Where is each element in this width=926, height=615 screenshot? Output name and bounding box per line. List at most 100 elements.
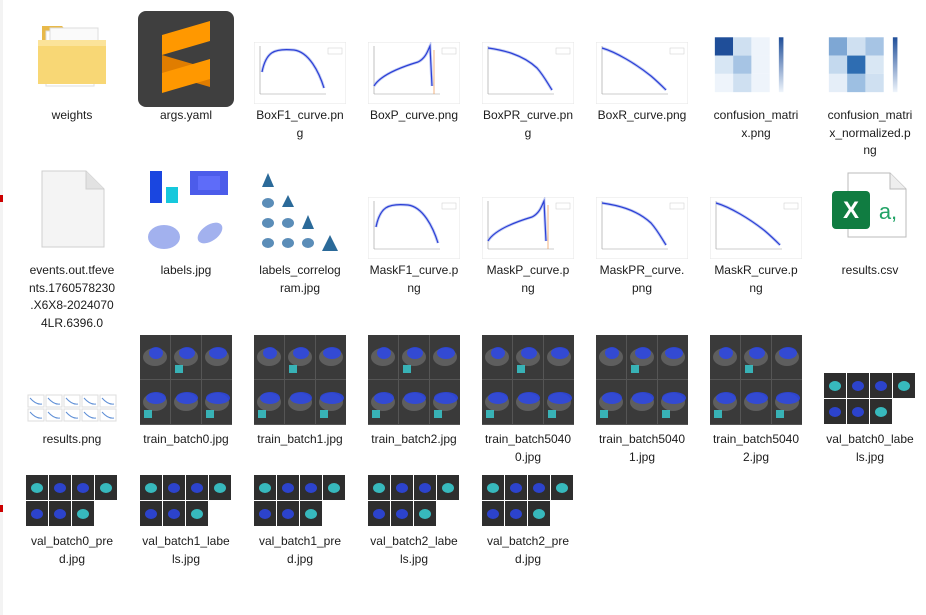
file-name-label: MaskPR_curve.png — [586, 262, 698, 297]
sublime-text-icon — [138, 11, 234, 107]
file-name-line: train_batch1.jpg — [257, 432, 343, 446]
file-name-label: val_batch0_labe ls.jpg — [814, 431, 926, 466]
file-name-line: BoxPR_curve.pn — [482, 108, 574, 122]
f1-curve-thumbnail — [254, 42, 346, 104]
file-name-line: MaskR_curve.p — [714, 263, 798, 277]
file-name-line: val_batch0_pre — [30, 534, 114, 548]
file-name-line: x.png — [741, 125, 771, 140]
recall-curve-thumbnail — [596, 42, 688, 104]
file-name-label: train_batch2.jpg — [358, 431, 470, 449]
val-batch-thumbnail — [824, 373, 916, 425]
file-name-line: d.jpg — [286, 551, 314, 566]
file-name-line: val_batch0_labe — [826, 432, 914, 446]
file-name-line: ls.jpg — [171, 551, 200, 566]
val-batch-thumbnail — [254, 475, 346, 527]
file-name-label: weights — [16, 107, 128, 125]
file-name-line: ram.jpg — [279, 280, 320, 295]
file-name-line: g — [296, 125, 304, 140]
file-name-line: ng — [407, 280, 421, 295]
file-name-label: confusion_matri x_normalized.p ng — [814, 107, 926, 160]
file-name-line: args.yaml — [159, 108, 212, 122]
file-name-label: train_batch1.jpg — [244, 431, 356, 449]
f1-curve-thumbnail — [368, 197, 460, 259]
file-thumbnail — [358, 163, 470, 263]
file-name-label: labels_correlog ram.jpg — [244, 262, 356, 297]
file-name-line: val_batch2_labe — [370, 534, 458, 548]
file-thumbnail — [472, 333, 584, 433]
file-thumbnail — [814, 333, 926, 433]
file-thumbnail — [130, 163, 242, 263]
file-name-label: MaskP_curve.png — [472, 262, 584, 297]
file-name-label: BoxP_curve.png — [358, 107, 470, 125]
train-batch-thumbnail — [596, 335, 688, 425]
file-name-line: ng — [521, 280, 535, 295]
file-name-line: ng — [863, 143, 877, 157]
file-name-label: train_batch5040 1.jpg — [586, 431, 698, 466]
train-batch-thumbnail — [368, 335, 460, 425]
document-icon — [41, 170, 105, 248]
val-batch-thumbnail — [482, 475, 574, 527]
file-thumbnail — [814, 8, 926, 108]
svg-text:X: X — [843, 197, 859, 224]
file-name-line: d.jpg — [514, 551, 542, 566]
file-name-label: BoxF1_curve.png — [244, 107, 356, 142]
file-thumbnail — [700, 333, 812, 433]
file-name-label: val_batch1_pre d.jpg — [244, 533, 356, 568]
file-name-label: MaskR_curve.png — [700, 262, 812, 297]
precision-curve-thumbnail — [368, 42, 460, 104]
file-name-label: events.out.tfeve nts.1760578230 .X6X8-2024… — [16, 262, 128, 332]
results-thumbnail — [27, 394, 117, 422]
file-thumbnail — [130, 8, 242, 108]
file-name-line: x_normalized.p — [829, 125, 911, 140]
file-name-line: val_batch2_pre — [486, 534, 570, 548]
file-thumbnail — [244, 333, 356, 433]
file-name-label: train_batch5040 0.jpg — [472, 431, 584, 466]
val-batch-thumbnail — [140, 475, 232, 527]
file-name-line: png — [631, 280, 653, 295]
file-thumbnail — [358, 8, 470, 108]
labels-thumbnail — [140, 167, 232, 259]
file-thumbnail — [16, 163, 128, 263]
file-name-line: 2.jpg — [742, 449, 770, 464]
file-thumbnail — [700, 8, 812, 108]
val-batch-thumbnail — [26, 475, 118, 527]
file-thumbnail — [16, 8, 128, 108]
file-name-label: BoxPR_curve.pn g — [472, 107, 584, 142]
file-name-line: BoxF1_curve.pn — [256, 108, 344, 122]
file-name-label: train_batch5040 2.jpg — [700, 431, 812, 466]
file-thumbnail — [244, 8, 356, 108]
file-name-label: labels.jpg — [130, 262, 242, 280]
train-batch-thumbnail — [140, 335, 232, 425]
file-name-line: ls.jpg — [399, 551, 428, 566]
file-name-line: train_batch2.jpg — [371, 432, 457, 446]
file-name-line: MaskF1_curve.p — [369, 263, 459, 277]
file-thumbnail — [16, 333, 128, 433]
file-name-line: train_batch0.jpg — [143, 432, 229, 446]
file-thumbnail: X a, — [814, 163, 926, 263]
pr-curve-thumbnail — [596, 197, 688, 259]
file-name-label: val_batch2_labe ls.jpg — [358, 533, 470, 568]
file-thumbnail — [586, 163, 698, 263]
file-name-label: confusion_matri x.png — [700, 107, 812, 142]
left-edge-strip — [0, 0, 3, 615]
train-batch-thumbnail — [710, 335, 802, 425]
file-name-line: 4LR.6396.0 — [40, 315, 104, 330]
val-batch-thumbnail — [368, 475, 460, 527]
file-name-label: results.csv — [814, 262, 926, 280]
file-name-line: labels.jpg — [160, 263, 212, 277]
file-name-label: BoxR_curve.png — [586, 107, 698, 125]
recall-curve-thumbnail — [710, 197, 802, 259]
file-name-line: ng — [749, 280, 763, 295]
pr-curve-thumbnail — [482, 42, 574, 104]
file-name-label: val_batch2_pre d.jpg — [472, 533, 584, 568]
excel-icon: X a, — [832, 172, 907, 238]
file-name-line: MaskPR_curve. — [599, 263, 685, 277]
file-name-line: train_batch5040 — [598, 432, 686, 446]
file-name-line: weights — [51, 108, 93, 122]
file-name-line: BoxP_curve.png — [369, 108, 459, 122]
svg-text:a,: a, — [879, 199, 897, 224]
file-thumbnail — [358, 333, 470, 433]
file-name-line: MaskP_curve.p — [486, 263, 570, 277]
file-name-label: results.png — [16, 431, 128, 449]
file-name-line: nts.1760578230 — [28, 280, 116, 295]
